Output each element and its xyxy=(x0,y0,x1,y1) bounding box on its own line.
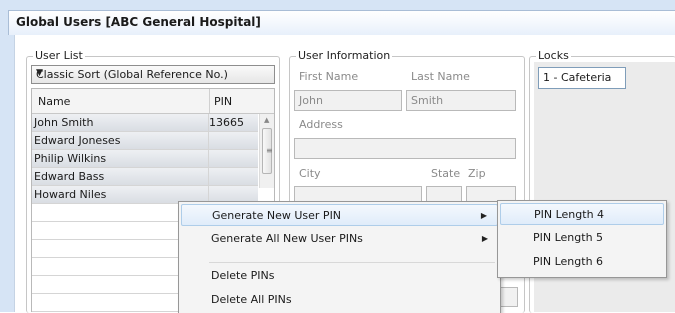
column-header-name[interactable]: Name xyxy=(38,95,70,108)
row-name: Philip Wilkins xyxy=(34,152,107,165)
chevron-down-icon[interactable]: ▼ xyxy=(36,68,270,78)
first-name-value: John xyxy=(299,94,323,107)
scroll-thumb[interactable]: ≡ xyxy=(262,128,273,174)
menu-item-delete-all-pins[interactable]: Delete All PINs xyxy=(181,289,498,311)
address-field[interactable] xyxy=(294,138,516,159)
column-header-pin[interactable]: PIN xyxy=(214,95,232,108)
scroll-up-icon[interactable]: ▲ xyxy=(264,116,269,124)
row-name: Edward Bass xyxy=(34,170,105,183)
first-name-label: First Name xyxy=(299,70,359,83)
window-title: Global Users [ABC General Hospital] xyxy=(16,15,261,29)
menu-item-label: Delete PINs xyxy=(211,269,275,282)
row-name: Edward Joneses xyxy=(34,134,121,147)
menu-item-label: PIN Length 5 xyxy=(533,231,604,244)
lock-item[interactable]: 1 - Cafeteria xyxy=(538,67,626,89)
last-name-field[interactable]: Smith xyxy=(406,90,516,111)
menu-item-pin-length-5[interactable]: PIN Length 5 xyxy=(500,227,664,249)
user-list-legend: User List xyxy=(33,49,85,62)
menu-separator xyxy=(209,262,495,263)
menu-item-generate-new-user-pin[interactable]: Generate New User PIN ▶ xyxy=(181,204,498,226)
last-name-value: Smith xyxy=(411,94,444,107)
menu-item-generate-all-new-user-pins[interactable]: Generate All New User PINs ▶ xyxy=(181,228,498,250)
menu-item-label: PIN Length 4 xyxy=(534,208,605,221)
sort-dropdown[interactable]: Classic Sort (Global Reference No.) ▼ xyxy=(31,65,275,84)
title-bar: Global Users [ABC General Hospital] xyxy=(8,10,675,35)
vertical-scrollbar[interactable]: ▲ ≡ xyxy=(259,114,274,188)
state-label: State xyxy=(431,167,461,180)
grid-header: Name PIN xyxy=(32,89,274,114)
menu-item-pin-length-4[interactable]: PIN Length 4 xyxy=(500,203,664,225)
zip-label: Zip xyxy=(468,167,486,180)
table-row[interactable]: Philip Wilkins xyxy=(32,150,258,168)
menu-item-label: PIN Length 6 xyxy=(533,255,604,268)
menu-item-label: Generate All New User PINs xyxy=(211,232,363,245)
lock-item-label: 1 - Cafeteria xyxy=(543,71,612,84)
address-label: Address xyxy=(299,118,343,131)
table-row[interactable]: John Smith 13665 xyxy=(32,114,258,132)
triangle-right-icon: ▶ xyxy=(480,211,487,220)
column-divider xyxy=(209,89,210,113)
menu-item-label: Delete All PINs xyxy=(211,293,292,306)
row-name: John Smith xyxy=(34,116,94,129)
last-name-label: Last Name xyxy=(411,70,470,83)
menu-item-delete-pins[interactable]: Delete PINs xyxy=(181,265,498,287)
row-name: Howard Niles xyxy=(34,188,107,201)
first-name-field[interactable]: John xyxy=(294,90,402,111)
city-label: City xyxy=(299,167,321,180)
table-row[interactable]: Edward Bass xyxy=(32,168,258,186)
menu-item-label: Generate New User PIN xyxy=(212,209,342,222)
cell-divider xyxy=(208,132,209,149)
field-button[interactable] xyxy=(500,287,518,307)
menu-item-pin-length-6[interactable]: PIN Length 6 xyxy=(500,251,664,273)
triangle-right-icon: ▶ xyxy=(481,234,488,243)
pin-length-submenu: PIN Length 4 PIN Length 5 PIN Length 6 xyxy=(497,200,667,278)
cell-divider xyxy=(208,150,209,167)
row-pin: 13665 xyxy=(209,116,244,129)
grip-icon: ≡ xyxy=(266,146,273,155)
table-row[interactable]: Edward Joneses xyxy=(32,132,258,150)
context-menu: Generate New User PIN ▶ Generate All New… xyxy=(178,201,501,313)
cell-divider xyxy=(208,168,209,185)
user-information-legend: User Information xyxy=(296,49,393,62)
locks-legend: Locks xyxy=(536,49,571,62)
